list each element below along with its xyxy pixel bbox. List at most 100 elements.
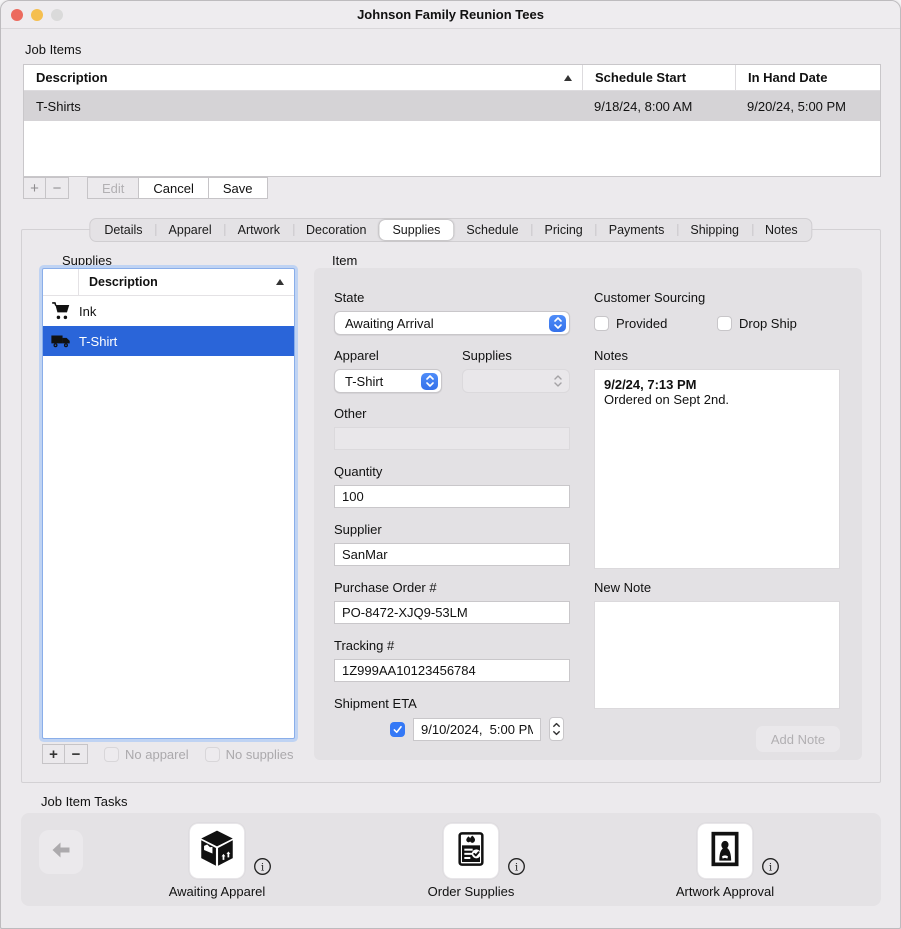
notes-log[interactable]: 9/2/24, 7:13 PM Ordered on Sept 2nd. xyxy=(594,369,840,569)
info-icon[interactable]: i xyxy=(253,857,272,876)
supplier-label: Supplier xyxy=(334,522,570,537)
minimize-button[interactable] xyxy=(31,9,43,21)
no-apparel-checkbox xyxy=(104,747,119,762)
tab-apparel[interactable]: Apparel xyxy=(156,220,225,240)
tracking-label: Tracking # xyxy=(334,638,570,653)
add-supply-button[interactable]: + xyxy=(42,744,65,764)
remove-supply-button[interactable]: − xyxy=(65,744,88,764)
awaiting-apparel-button[interactable] xyxy=(189,823,245,879)
other-field xyxy=(334,427,570,450)
list-item-label: T-Shirt xyxy=(79,334,117,349)
tab-supplies[interactable]: Supplies xyxy=(379,220,453,240)
new-note-label: New Note xyxy=(594,580,840,595)
app-window: Johnson Family Reunion Tees Job Items De… xyxy=(0,0,901,929)
list-item-tshirt[interactable]: T-Shirt xyxy=(43,326,294,356)
add-job-item-button[interactable]: + xyxy=(23,177,46,199)
task-label: Awaiting Apparel xyxy=(132,884,302,899)
cell-description: T-Shirts xyxy=(24,99,582,114)
provided-checkbox-group: Provided xyxy=(594,316,717,331)
tab-details[interactable]: Details xyxy=(91,220,155,240)
list-item-label: Ink xyxy=(79,304,96,319)
tab-decoration[interactable]: Decoration xyxy=(293,220,379,240)
sort-ascending-icon xyxy=(276,279,284,285)
traffic-lights xyxy=(11,9,63,21)
job-item-tasks-label: Job Item Tasks xyxy=(41,794,127,809)
tracking-field[interactable] xyxy=(334,659,570,682)
drop-ship-checkbox-group: Drop Ship xyxy=(717,316,840,331)
info-icon[interactable]: i xyxy=(507,857,526,876)
new-note-field[interactable] xyxy=(594,601,840,709)
date-stepper[interactable] xyxy=(549,717,564,741)
tab-shipping[interactable]: Shipping xyxy=(677,220,752,240)
state-popup[interactable]: Awaiting Arrival xyxy=(334,311,570,335)
shipment-eta-checkbox[interactable] xyxy=(390,722,405,737)
svg-text:i: i xyxy=(261,861,265,873)
cell-in-hand-date: 9/20/24, 5:00 PM xyxy=(735,99,880,114)
no-supplies-checkbox-group: No supplies xyxy=(205,747,294,762)
truck-icon xyxy=(43,330,79,352)
task-label: Order Supplies xyxy=(386,884,556,899)
tab-notes[interactable]: Notes xyxy=(752,220,811,240)
no-apparel-label: No apparel xyxy=(125,747,189,762)
tab-payments[interactable]: Payments xyxy=(596,220,678,240)
drop-ship-label: Drop Ship xyxy=(739,316,797,331)
purchase-order-label: Purchase Order # xyxy=(334,580,570,595)
drop-ship-checkbox[interactable] xyxy=(717,316,732,331)
add-note-button: Add Note xyxy=(756,726,840,752)
title-bar: Johnson Family Reunion Tees xyxy=(1,1,900,29)
info-icon[interactable]: i xyxy=(761,857,780,876)
back-arrow-icon xyxy=(48,837,74,868)
cancel-button[interactable]: Cancel xyxy=(139,177,208,199)
popup-chevrons-icon xyxy=(421,373,438,390)
shipment-eta-date-field[interactable] xyxy=(413,718,541,741)
supplies-list: Description Ink xyxy=(42,268,295,739)
job-items-label: Job Items xyxy=(25,42,81,57)
tab-bar: Details Apparel Artwork Decoration Suppl… xyxy=(89,218,812,242)
column-header-description[interactable]: Description xyxy=(24,65,582,90)
notes-label: Notes xyxy=(594,348,840,363)
column-header-schedule-start[interactable]: Schedule Start xyxy=(582,65,735,90)
no-supplies-checkbox xyxy=(205,747,220,762)
back-button[interactable] xyxy=(39,830,83,874)
tab-pricing[interactable]: Pricing xyxy=(532,220,596,240)
provided-checkbox[interactable] xyxy=(594,316,609,331)
tab-artwork[interactable]: Artwork xyxy=(225,220,293,240)
save-button[interactable]: Save xyxy=(209,177,268,199)
supplies-list-header[interactable]: Description xyxy=(43,269,294,296)
customer-sourcing-label: Customer Sourcing xyxy=(594,290,840,305)
cell-schedule-start: 9/18/24, 8:00 AM xyxy=(582,99,735,114)
purchase-order-field[interactable] xyxy=(334,601,570,624)
close-button[interactable] xyxy=(11,9,23,21)
receipt-icon xyxy=(451,829,491,874)
task-label: Artwork Approval xyxy=(640,884,810,899)
other-label: Other xyxy=(334,406,570,421)
job-items-header: Description Schedule Start In Hand Date xyxy=(24,65,880,91)
apparel-popup[interactable]: T-Shirt xyxy=(334,369,442,393)
supplies-list-label: Supplies xyxy=(62,253,112,268)
quantity-label: Quantity xyxy=(334,464,570,479)
supplier-field[interactable] xyxy=(334,543,570,566)
note-text: Ordered on Sept 2nd. xyxy=(604,392,830,407)
edit-button: Edit xyxy=(87,177,139,199)
list-item-ink[interactable]: Ink xyxy=(43,296,294,326)
job-item-tasks-panel: i Awaiting Apparel xyxy=(21,813,881,906)
supplies-list-actions: + − No apparel No supplies xyxy=(42,744,294,764)
supplies-popup-label: Supplies xyxy=(462,348,570,363)
order-supplies-button[interactable] xyxy=(443,823,499,879)
zoom-button xyxy=(51,9,63,21)
artwork-approval-button[interactable] xyxy=(697,823,753,879)
remove-job-item-button[interactable]: − xyxy=(46,177,69,199)
svg-text:i: i xyxy=(769,861,773,873)
popup-chevrons-icon xyxy=(549,373,566,390)
item-panel: State Awaiting Arrival Apparel T-Shirt xyxy=(314,268,862,760)
quantity-field[interactable] xyxy=(334,485,570,508)
package-icon xyxy=(196,828,238,875)
supplies-popup xyxy=(462,369,570,393)
sort-ascending-icon xyxy=(564,75,572,81)
table-row[interactable]: T-Shirts 9/18/24, 8:00 AM 9/20/24, 5:00 … xyxy=(24,91,880,121)
column-header-in-hand-date[interactable]: In Hand Date xyxy=(735,65,880,90)
tab-schedule[interactable]: Schedule xyxy=(453,220,531,240)
job-items-table: Description Schedule Start In Hand Date … xyxy=(23,64,881,177)
svg-text:i: i xyxy=(515,861,519,873)
state-label: State xyxy=(334,290,570,305)
